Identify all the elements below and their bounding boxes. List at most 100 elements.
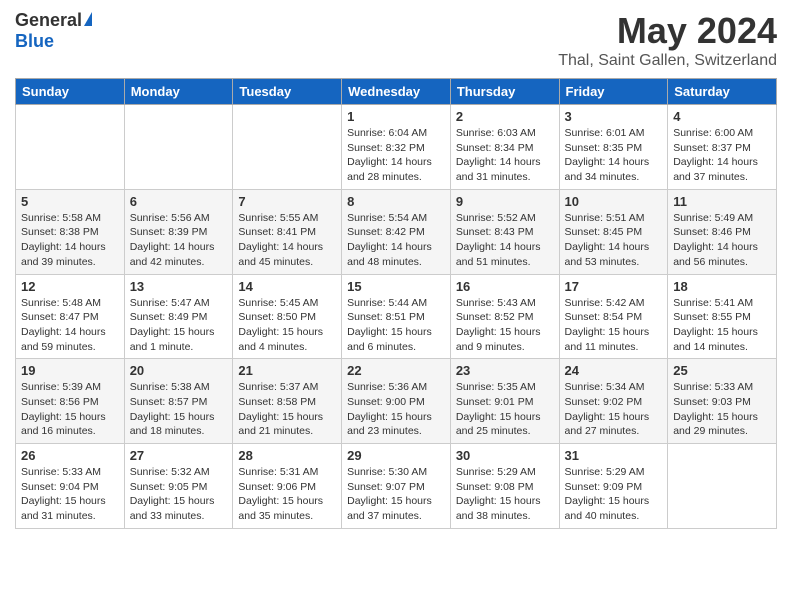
logo: General Blue	[15, 10, 92, 52]
day-number: 17	[565, 279, 663, 294]
weekday-header-tuesday: Tuesday	[233, 79, 342, 105]
day-info: Sunrise: 5:48 AM Sunset: 8:47 PM Dayligh…	[21, 296, 119, 355]
day-info: Sunrise: 5:33 AM Sunset: 9:04 PM Dayligh…	[21, 465, 119, 524]
day-info: Sunrise: 6:04 AM Sunset: 8:32 PM Dayligh…	[347, 126, 445, 185]
day-number: 22	[347, 363, 445, 378]
calendar-day-29: 29 Sunrise: 5:30 AM Sunset: 9:07 PM Dayli…	[342, 444, 451, 529]
day-number: 2	[456, 109, 554, 124]
calendar-day-26: 26 Sunrise: 5:33 AM Sunset: 9:04 PM Dayli…	[16, 444, 125, 529]
day-info: Sunrise: 5:38 AM Sunset: 8:57 PM Dayligh…	[130, 380, 228, 439]
calendar-day-2: 2 Sunrise: 6:03 AM Sunset: 8:34 PM Daylig…	[450, 105, 559, 190]
day-info: Sunrise: 5:37 AM Sunset: 8:58 PM Dayligh…	[238, 380, 336, 439]
calendar-day-17: 17Sunrise: 5:42 AM Sunset: 8:54 PM Dayli…	[559, 274, 668, 359]
day-number: 6	[130, 194, 228, 209]
weekday-header-saturday: Saturday	[668, 79, 777, 105]
day-info: Sunrise: 5:58 AM Sunset: 8:38 PM Dayligh…	[21, 211, 119, 270]
calendar-day-11: 11Sunrise: 5:49 AM Sunset: 8:46 PM Dayli…	[668, 189, 777, 274]
day-number: 4	[673, 109, 771, 124]
calendar-day-16: 16 Sunrise: 5:43 AM Sunset: 8:52 PM Dayli…	[450, 274, 559, 359]
calendar-day-23: 23Sunrise: 5:35 AM Sunset: 9:01 PM Dayli…	[450, 359, 559, 444]
day-info: Sunrise: 5:30 AM Sunset: 9:07 PM Dayligh…	[347, 465, 445, 524]
calendar-day-1: 1 Sunrise: 6:04 AM Sunset: 8:32 PM Daylig…	[342, 105, 451, 190]
calendar-day-18: 18Sunrise: 5:41 AM Sunset: 8:55 PM Dayli…	[668, 274, 777, 359]
day-number: 9	[456, 194, 554, 209]
calendar-day-31: 31Sunrise: 5:29 AM Sunset: 9:09 PM Dayli…	[559, 444, 668, 529]
day-info: Sunrise: 5:33 AM Sunset: 9:03 PM Dayligh…	[673, 380, 771, 439]
calendar-week-row: 26 Sunrise: 5:33 AM Sunset: 9:04 PM Dayli…	[16, 444, 777, 529]
weekday-header-wednesday: Wednesday	[342, 79, 451, 105]
weekday-header-sunday: Sunday	[16, 79, 125, 105]
day-number: 25	[673, 363, 771, 378]
calendar-day-20: 20 Sunrise: 5:38 AM Sunset: 8:57 PM Dayli…	[124, 359, 233, 444]
day-number: 5	[21, 194, 119, 209]
day-info: Sunrise: 5:54 AM Sunset: 8:42 PM Dayligh…	[347, 211, 445, 270]
calendar-empty-cell	[16, 105, 125, 190]
day-number: 26	[21, 448, 119, 463]
day-number: 29	[347, 448, 445, 463]
day-number: 20	[130, 363, 228, 378]
day-info: Sunrise: 5:39 AM Sunset: 8:56 PM Dayligh…	[21, 380, 119, 439]
day-number: 7	[238, 194, 336, 209]
day-info: Sunrise: 5:31 AM Sunset: 9:06 PM Dayligh…	[238, 465, 336, 524]
day-info: Sunrise: 5:51 AM Sunset: 8:45 PM Dayligh…	[565, 211, 663, 270]
day-number: 15	[347, 279, 445, 294]
day-info: Sunrise: 6:00 AM Sunset: 8:37 PM Dayligh…	[673, 126, 771, 185]
calendar-day-22: 22Sunrise: 5:36 AM Sunset: 9:00 PM Dayli…	[342, 359, 451, 444]
calendar-day-13: 13 Sunrise: 5:47 AM Sunset: 8:49 PM Dayli…	[124, 274, 233, 359]
day-info: Sunrise: 5:34 AM Sunset: 9:02 PM Dayligh…	[565, 380, 663, 439]
calendar-day-14: 14 Sunrise: 5:45 AM Sunset: 8:50 PM Dayli…	[233, 274, 342, 359]
day-number: 10	[565, 194, 663, 209]
calendar-day-30: 30 Sunrise: 5:29 AM Sunset: 9:08 PM Dayli…	[450, 444, 559, 529]
day-info: Sunrise: 5:47 AM Sunset: 8:49 PM Dayligh…	[130, 296, 228, 355]
logo-icon	[84, 12, 92, 26]
calendar-day-7: 7Sunrise: 5:55 AM Sunset: 8:41 PM Daylig…	[233, 189, 342, 274]
day-number: 11	[673, 194, 771, 209]
calendar-day-6: 6 Sunrise: 5:56 AM Sunset: 8:39 PM Daylig…	[124, 189, 233, 274]
day-number: 23	[456, 363, 554, 378]
day-number: 8	[347, 194, 445, 209]
day-number: 31	[565, 448, 663, 463]
page-header: General Blue May 2024 Thal, Saint Gallen…	[15, 10, 777, 70]
logo-blue-text: Blue	[15, 31, 54, 52]
calendar-day-3: 3 Sunrise: 6:01 AM Sunset: 8:35 PM Daylig…	[559, 105, 668, 190]
day-info: Sunrise: 5:29 AM Sunset: 9:08 PM Dayligh…	[456, 465, 554, 524]
day-info: Sunrise: 6:03 AM Sunset: 8:34 PM Dayligh…	[456, 126, 554, 185]
day-info: Sunrise: 6:01 AM Sunset: 8:35 PM Dayligh…	[565, 126, 663, 185]
day-info: Sunrise: 5:56 AM Sunset: 8:39 PM Dayligh…	[130, 211, 228, 270]
weekday-header-row: SundayMondayTuesdayWednesdayThursdayFrid…	[16, 79, 777, 105]
day-number: 24	[565, 363, 663, 378]
day-number: 30	[456, 448, 554, 463]
calendar-empty-cell	[124, 105, 233, 190]
calendar-week-row: 12 Sunrise: 5:48 AM Sunset: 8:47 PM Dayli…	[16, 274, 777, 359]
day-info: Sunrise: 5:32 AM Sunset: 9:05 PM Dayligh…	[130, 465, 228, 524]
weekday-header-friday: Friday	[559, 79, 668, 105]
day-number: 27	[130, 448, 228, 463]
month-title: May 2024	[558, 10, 777, 52]
day-number: 14	[238, 279, 336, 294]
weekday-header-thursday: Thursday	[450, 79, 559, 105]
calendar-week-row: 1 Sunrise: 6:04 AM Sunset: 8:32 PM Daylig…	[16, 105, 777, 190]
day-info: Sunrise: 5:43 AM Sunset: 8:52 PM Dayligh…	[456, 296, 554, 355]
day-number: 3	[565, 109, 663, 124]
location-title: Thal, Saint Gallen, Switzerland	[558, 52, 777, 70]
day-number: 12	[21, 279, 119, 294]
day-number: 1	[347, 109, 445, 124]
day-info: Sunrise: 5:52 AM Sunset: 8:43 PM Dayligh…	[456, 211, 554, 270]
day-number: 21	[238, 363, 336, 378]
day-number: 28	[238, 448, 336, 463]
day-number: 16	[456, 279, 554, 294]
calendar-day-24: 24 Sunrise: 5:34 AM Sunset: 9:02 PM Dayli…	[559, 359, 668, 444]
day-number: 18	[673, 279, 771, 294]
weekday-header-monday: Monday	[124, 79, 233, 105]
calendar-day-27: 27 Sunrise: 5:32 AM Sunset: 9:05 PM Dayli…	[124, 444, 233, 529]
calendar-week-row: 19Sunrise: 5:39 AM Sunset: 8:56 PM Dayli…	[16, 359, 777, 444]
calendar-day-25: 25 Sunrise: 5:33 AM Sunset: 9:03 PM Dayli…	[668, 359, 777, 444]
calendar-day-5: 5 Sunrise: 5:58 AM Sunset: 8:38 PM Daylig…	[16, 189, 125, 274]
calendar-week-row: 5 Sunrise: 5:58 AM Sunset: 8:38 PM Daylig…	[16, 189, 777, 274]
day-number: 13	[130, 279, 228, 294]
calendar-day-12: 12 Sunrise: 5:48 AM Sunset: 8:47 PM Dayli…	[16, 274, 125, 359]
calendar-empty-cell	[668, 444, 777, 529]
title-area: May 2024 Thal, Saint Gallen, Switzerland	[558, 10, 777, 70]
calendar-day-28: 28 Sunrise: 5:31 AM Sunset: 9:06 PM Dayli…	[233, 444, 342, 529]
day-info: Sunrise: 5:45 AM Sunset: 8:50 PM Dayligh…	[238, 296, 336, 355]
